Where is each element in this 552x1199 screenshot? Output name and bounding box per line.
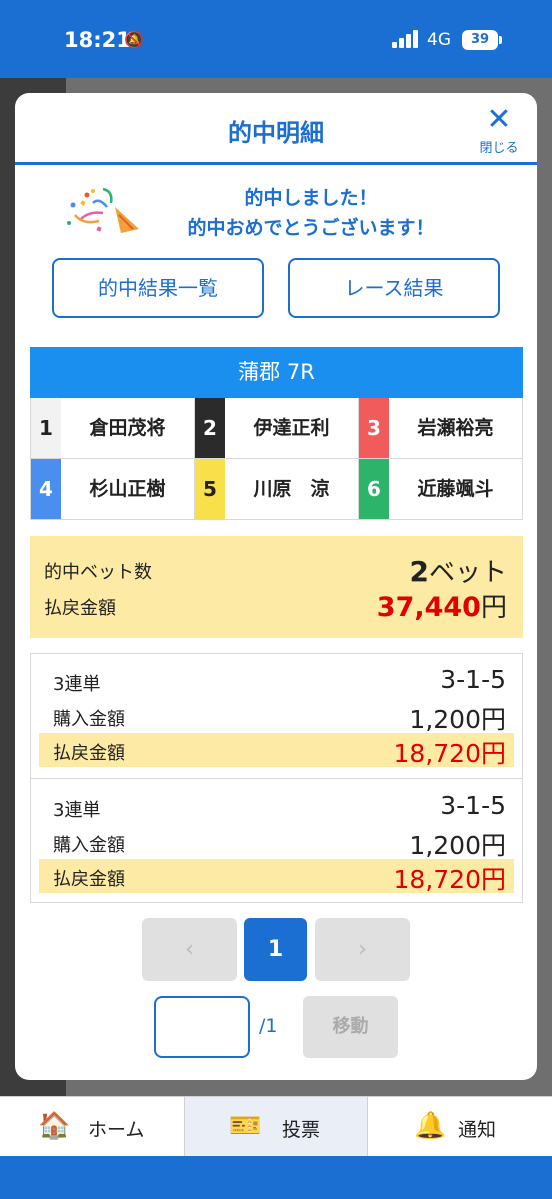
hit-summary: 的中ベット数 2ベット 払戻金額 37,440円 (30, 536, 523, 638)
runner-name: 岩瀬裕亮 (417, 417, 494, 439)
congrats-banner: 的中しました！ 的中おめでとうございます！ (63, 183, 463, 243)
payout-label: 払戻金額 (53, 743, 125, 764)
runner-name: 倉田茂将 (89, 417, 166, 439)
ticket-bet-row: 3連単 3-1-5 (39, 664, 514, 698)
runner-1: 1 倉田茂将 (31, 398, 195, 459)
ticket-bet-row: 3連単 3-1-5 (39, 790, 514, 824)
nav-home-label: ホーム (88, 1119, 145, 1141)
runner-number: 1 (31, 398, 61, 458)
home-icon: 🏠 (38, 1111, 71, 1141)
page-total: /1 (259, 1015, 278, 1037)
payout-amount: 18,720円 (393, 739, 506, 768)
nav-notice[interactable]: 🔔 通知 (368, 1097, 552, 1157)
close-label: 閉じる (479, 141, 519, 156)
ticket-list: 3連単 3-1-5 購入金額 1,200円 払戻金額 18,720円 3連単 3… (30, 653, 523, 903)
runner-number: 5 (195, 459, 225, 519)
network-label: 4G (427, 30, 451, 50)
ticket-item: 3連単 3-1-5 購入金額 1,200円 払戻金額 18,720円 (31, 654, 522, 778)
race-results-button[interactable]: レース結果 (288, 258, 500, 318)
close-button[interactable]: ✕ 閉じる (475, 102, 523, 157)
hit-results-list-button[interactable]: 的中結果一覧 (52, 258, 264, 318)
page-number-input[interactable] (154, 996, 250, 1058)
payout-total-label: 払戻金額 (44, 598, 116, 619)
payout-total-value: 37,440円 (376, 592, 507, 623)
signal-icon (392, 30, 420, 48)
next-page-button[interactable]: › (315, 918, 410, 981)
runner-number: 6 (359, 459, 389, 519)
purchase-label: 購入金額 (53, 709, 125, 730)
runner-3: 3 岩瀬裕亮 (359, 398, 522, 459)
current-page-button[interactable]: 1 (244, 918, 307, 981)
page-jump: /1 移動 (15, 995, 537, 1059)
modal-title: 的中明細 (228, 119, 324, 147)
clock: 18:21 (64, 28, 131, 52)
party-popper-icon (67, 187, 139, 233)
bet-combination: 3-1-5 (440, 791, 506, 820)
runner-table: 1 倉田茂将 2 伊達正利 3 岩瀬裕亮 4 杉山正樹 5 川原 涼 6 近藤颯… (30, 398, 523, 520)
ticket-payout-row: 払戻金額 18,720円 (39, 859, 514, 894)
bet-combination: 3-1-5 (440, 665, 506, 694)
runner-name: 伊達正利 (253, 417, 330, 439)
nav-notice-label: 通知 (458, 1119, 497, 1141)
purchase-label: 購入金額 (53, 835, 125, 856)
congrats-text: 的中しました！ 的中おめでとうございます！ (141, 183, 481, 243)
nav-bet-label: 投票 (282, 1119, 321, 1141)
runner-6: 6 近藤颯斗 (359, 459, 522, 520)
modal-header: 的中明細 ✕ 閉じる (15, 93, 537, 165)
close-icon: ✕ (486, 102, 512, 137)
payout-label: 払戻金額 (53, 869, 125, 890)
home-indicator-bar (0, 1156, 552, 1199)
ticket-purchase-row: 購入金額 1,200円 (39, 825, 514, 860)
ticket-purchase-row: 購入金額 1,200円 (39, 699, 514, 734)
ticket-item: 3連単 3-1-5 購入金額 1,200円 払戻金額 18,720円 (31, 778, 522, 902)
runner-2: 2 伊達正利 (195, 398, 359, 459)
ticket-icon: 🎫 (229, 1111, 262, 1141)
bottom-nav: 🏠 ホーム 🎫 投票 🔔 通知 (0, 1096, 552, 1157)
runner-name: 近藤颯斗 (417, 478, 494, 500)
runner-4: 4 杉山正樹 (31, 459, 195, 520)
runner-name: 川原 涼 (253, 478, 330, 500)
purchase-amount: 1,200円 (409, 831, 506, 860)
race-header: 蒲郡 7R (30, 347, 523, 398)
bet-type: 3連単 (53, 674, 101, 695)
runner-name: 杉山正樹 (89, 478, 166, 500)
silent-bell-icon: 🔕 (124, 30, 144, 49)
runner-number: 2 (195, 398, 225, 458)
prev-page-button[interactable]: ‹ (142, 918, 237, 981)
hit-count-value: 2ベット (409, 555, 508, 588)
status-bar: 18:21 🔕 4G 39 (0, 0, 552, 78)
runner-5: 5 川原 涼 (195, 459, 359, 520)
hit-count-label: 的中ベット数 (44, 562, 152, 583)
move-button[interactable]: 移動 (303, 996, 398, 1058)
pagination: ‹ 1 › (15, 918, 537, 982)
hit-details-modal: 的中明細 ✕ 閉じる 的中しました！ 的中おめでとうございます！ 的中結果一覧 … (15, 93, 537, 1080)
nav-home[interactable]: 🏠 ホーム (0, 1097, 184, 1157)
purchase-amount: 1,200円 (409, 705, 506, 734)
congrats-line-2: 的中おめでとうございます！ (187, 217, 435, 239)
runner-number: 4 (31, 459, 61, 519)
bell-icon: 🔔 (414, 1111, 447, 1141)
battery-icon: 39 (462, 30, 502, 50)
congrats-line-1: 的中しました！ (244, 187, 378, 209)
nav-bet[interactable]: 🎫 投票 (184, 1097, 368, 1157)
ticket-payout-row: 払戻金額 18,720円 (39, 733, 514, 768)
payout-amount: 18,720円 (393, 865, 506, 894)
runner-number: 3 (359, 398, 389, 458)
bet-type: 3連単 (53, 800, 101, 821)
